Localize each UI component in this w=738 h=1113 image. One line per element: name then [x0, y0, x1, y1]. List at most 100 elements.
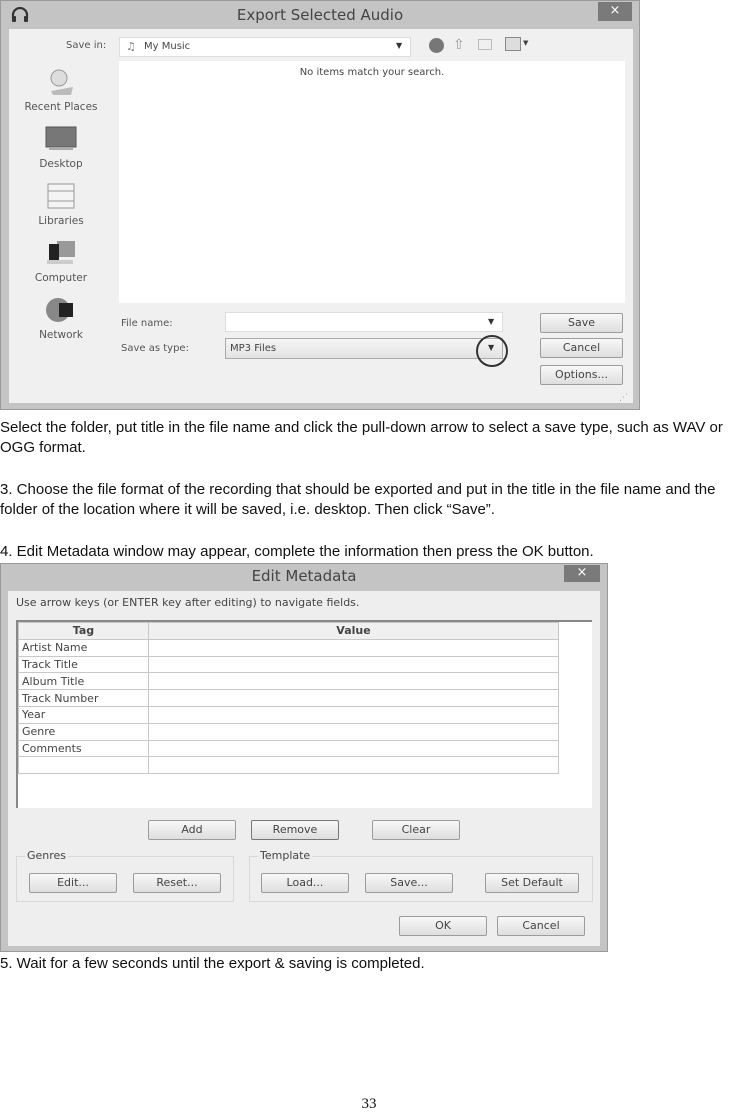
- table-row[interactable]: Artist Name: [18, 638, 559, 657]
- tag-cell[interactable]: Album Title: [18, 672, 149, 691]
- cancel-button-label: Cancel: [562, 341, 601, 354]
- genres-reset-label: Reset...: [156, 876, 198, 889]
- table-row[interactable]: Genre: [18, 722, 559, 741]
- table-row[interactable]: Track Title: [18, 655, 559, 674]
- tag-cell[interactable]: Comments: [18, 739, 149, 758]
- genres-reset-button[interactable]: Reset...: [133, 873, 221, 893]
- export-dialog-titlebar: Export Selected Audio ×: [1, 1, 639, 29]
- column-header-value: Value: [148, 622, 559, 640]
- file-name-label: File name:: [121, 318, 173, 329]
- clear-button-label: Clear: [401, 823, 431, 836]
- view-menu-chevron-icon[interactable]: ▼: [523, 39, 528, 47]
- export-dialog: Export Selected Audio × Save in: ♫ My Mu…: [0, 0, 640, 410]
- places-bar: Recent Places Desktop Libraries Computer…: [11, 61, 116, 361]
- save-in-dropdown[interactable]: ♫ My Music ▼: [119, 37, 411, 57]
- save-in-value: My Music: [144, 41, 191, 52]
- metadata-grid[interactable]: Tag Value Artist Name Track Title Album …: [16, 620, 592, 808]
- genres-group-title: Genres: [25, 849, 69, 862]
- table-row[interactable]: [18, 756, 559, 775]
- place-recent-places[interactable]: Recent Places: [11, 67, 111, 113]
- edit-metadata-dialog: Edit Metadata × Use arrow keys (or ENTER…: [0, 563, 608, 952]
- save-in-label: Save in:: [66, 40, 107, 51]
- computer-icon: [43, 238, 79, 268]
- table-header-row: Tag Value: [18, 622, 559, 640]
- table-row[interactable]: Track Number: [18, 689, 559, 707]
- genres-edit-label: Edit...: [57, 876, 89, 889]
- table-row[interactable]: Year: [18, 705, 559, 724]
- template-save-label: Save...: [390, 876, 428, 889]
- tag-cell[interactable]: Year: [18, 705, 149, 724]
- set-default-button[interactable]: Set Default: [485, 873, 579, 893]
- save-button[interactable]: Save: [540, 313, 623, 333]
- place-desktop[interactable]: Desktop: [11, 124, 111, 170]
- place-libraries[interactable]: Libraries: [11, 181, 111, 227]
- recent-places-icon: [43, 67, 79, 97]
- new-folder-icon[interactable]: [478, 39, 492, 50]
- ok-button[interactable]: OK: [399, 916, 487, 936]
- table-row[interactable]: Album Title: [18, 672, 559, 691]
- chevron-down-icon: ▼: [396, 41, 403, 50]
- metadata-hint: Use arrow keys (or ENTER key after editi…: [16, 596, 360, 609]
- template-save-button[interactable]: Save...: [365, 873, 453, 893]
- options-button-label: Options...: [555, 368, 608, 381]
- back-icon[interactable]: [429, 38, 444, 53]
- column-header-tag: Tag: [18, 622, 149, 640]
- cancel-button[interactable]: Cancel: [497, 916, 585, 936]
- value-cell[interactable]: [148, 756, 559, 775]
- value-cell[interactable]: [148, 722, 559, 741]
- remove-button[interactable]: Remove: [251, 820, 339, 840]
- desktop-icon: [43, 124, 79, 154]
- clear-button[interactable]: Clear: [372, 820, 460, 840]
- tag-cell[interactable]: Artist Name: [18, 638, 149, 657]
- highlight-circle: [476, 335, 508, 367]
- place-computer[interactable]: Computer: [11, 238, 111, 284]
- value-cell[interactable]: [148, 739, 559, 758]
- value-cell[interactable]: [148, 705, 559, 724]
- file-list[interactable]: No items match your search.: [119, 61, 625, 303]
- instruction-step-4: 4. Edit Metadata window may appear, comp…: [0, 543, 594, 560]
- chevron-down-icon[interactable]: ▼: [488, 317, 494, 326]
- options-button[interactable]: Options...: [540, 365, 623, 385]
- tag-cell[interactable]: Track Number: [18, 689, 149, 707]
- close-icon: ×: [609, 3, 621, 18]
- add-button-label: Add: [181, 823, 203, 836]
- genres-edit-button[interactable]: Edit...: [29, 873, 117, 893]
- set-default-label: Set Default: [501, 876, 563, 889]
- up-folder-icon[interactable]: ⇧: [453, 37, 465, 53]
- page-number: 33: [361, 1096, 377, 1112]
- place-network[interactable]: Network: [11, 295, 111, 341]
- value-cell[interactable]: [148, 672, 559, 691]
- metadata-table: Tag Value Artist Name Track Title Album …: [18, 622, 559, 775]
- export-dialog-title: Export Selected Audio: [236, 6, 404, 24]
- cancel-button[interactable]: Cancel: [540, 338, 623, 358]
- file-name-input[interactable]: ▼: [225, 312, 503, 332]
- template-load-label: Load...: [286, 876, 324, 889]
- instruction-step-5: 5. Wait for a few seconds until the expo…: [0, 955, 425, 972]
- ok-button-label: OK: [435, 919, 451, 932]
- place-label: Libraries: [38, 215, 84, 227]
- template-load-button[interactable]: Load...: [261, 873, 349, 893]
- table-row[interactable]: Comments: [18, 739, 559, 758]
- close-button[interactable]: ×: [564, 565, 600, 582]
- tag-cell[interactable]: [18, 756, 149, 775]
- remove-button-label: Remove: [272, 823, 318, 836]
- libraries-icon: [43, 181, 79, 211]
- close-button[interactable]: ×: [598, 2, 632, 21]
- place-label: Network: [39, 329, 83, 341]
- instruction-paragraph: Select the folder, put title in the file…: [0, 419, 723, 456]
- save-as-type-dropdown[interactable]: MP3 Files ▼: [225, 338, 503, 359]
- save-button-label: Save: [567, 316, 595, 329]
- add-button[interactable]: Add: [148, 820, 236, 840]
- value-cell[interactable]: [148, 638, 559, 657]
- save-as-type-value: MP3 Files: [230, 343, 277, 354]
- view-menu-icon[interactable]: [505, 37, 521, 51]
- value-cell[interactable]: [148, 655, 559, 674]
- close-icon: ×: [576, 565, 588, 580]
- network-icon: [43, 295, 79, 325]
- tag-cell[interactable]: Track Title: [18, 655, 149, 674]
- value-cell[interactable]: [148, 689, 559, 707]
- tag-cell[interactable]: Genre: [18, 722, 149, 741]
- resize-grip-icon[interactable]: ⋰: [619, 393, 628, 403]
- metadata-title: Edit Metadata: [251, 567, 357, 585]
- music-folder-icon: ♫: [126, 40, 136, 53]
